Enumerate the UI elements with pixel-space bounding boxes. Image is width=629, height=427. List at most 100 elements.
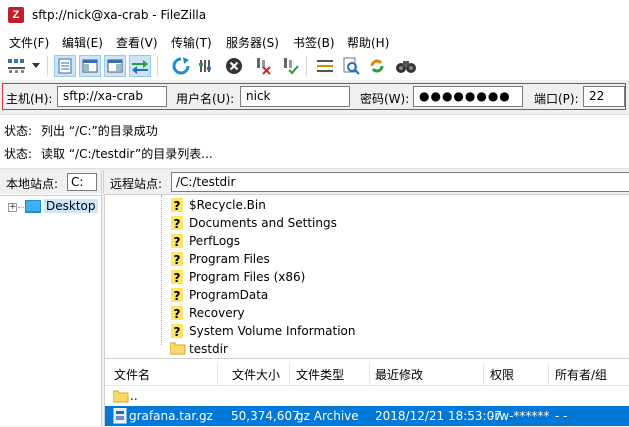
directory-listing-filter-icon[interactable] [314, 55, 336, 77]
local-site-header: 本地站点: C: [0, 170, 101, 194]
tree-item[interactable]: ? Program Files [170, 250, 470, 268]
remote-path-input[interactable]: /C:/testdir [171, 172, 629, 192]
password-label: 密码(W): [360, 92, 410, 106]
tree-connector [161, 195, 162, 345]
disconnect-icon[interactable] [252, 55, 274, 77]
message-log: 状态: 列出 “/C:”的目录成功 状态: 读取 “/C:/testdir”的目录列… [0, 114, 629, 169]
svg-text:?: ? [174, 253, 181, 267]
unknown-folder-icon: ? [170, 287, 184, 303]
remote-site-label: 远程站点: [110, 177, 163, 191]
window-title: sftp://nick@xa-crab - FileZilla [32, 8, 207, 22]
column-filename[interactable]: 文件名 [114, 366, 150, 383]
log-message: 列出 “/C:”的目录成功 [41, 124, 158, 138]
file-row-selected[interactable]: grafana.tar.gz 50,374,607 gz Archive 201… [105, 406, 629, 426]
menu-help[interactable]: 帮助(H) [347, 34, 389, 51]
host-input[interactable]: sftp://xa-crab [57, 86, 167, 107]
unknown-folder-icon: ? [170, 323, 184, 339]
search-icon[interactable] [393, 55, 419, 77]
remote-file-list[interactable]: 文件名 文件大小 文件类型 最近修改 权限 所有者/组 .. grafana.t… [104, 358, 629, 427]
column-owner[interactable]: 所有者/组 [555, 366, 607, 383]
process-queue-icon[interactable] [196, 55, 218, 77]
unknown-folder-icon: ? [170, 197, 184, 213]
expand-toggle[interactable]: + [8, 203, 17, 212]
menu-server[interactable]: 服务器(S) [226, 34, 279, 51]
synchronized-browsing-icon[interactable] [366, 55, 388, 77]
menu-edit[interactable]: 编辑(E) [62, 34, 103, 51]
local-pane: 本地站点: C: + Desktop [0, 170, 102, 426]
file-permissions: -rw-****** [490, 409, 550, 423]
remote-directory-tree[interactable]: ? $Recycle.Bin ? Documents and Settings … [104, 194, 629, 358]
menu-transfer[interactable]: 传输(T) [171, 34, 212, 51]
column-filetype[interactable]: 文件类型 [296, 366, 344, 383]
tree-item[interactable]: ? ProgramData [170, 286, 470, 304]
menu-bookmarks[interactable]: 书签(B) [293, 34, 335, 51]
file-size: 50,374,607 [231, 409, 300, 423]
unknown-folder-icon: ? [170, 251, 184, 267]
unknown-folder-icon: ? [170, 233, 184, 249]
title-bar: Z sftp://nick@xa-crab - FileZilla [0, 0, 629, 30]
svg-text:?: ? [174, 289, 181, 303]
file-name: grafana.tar.gz [129, 409, 213, 423]
tree-item-selected[interactable]: testdir [170, 340, 470, 358]
toggle-queue-icon[interactable] [129, 55, 151, 77]
host-label: 主机(H): [6, 92, 53, 106]
tree-item-label: Program Files (x86) [189, 270, 306, 284]
toggle-compare-icon[interactable] [340, 55, 362, 77]
toolbar-separator [47, 56, 48, 76]
tree-item-label: PerfLogs [189, 234, 241, 248]
reconnect-icon[interactable] [279, 55, 301, 77]
tree-item-label: Recovery [189, 306, 245, 320]
svg-text:?: ? [174, 271, 181, 285]
toggle-local-tree-icon[interactable] [79, 55, 101, 77]
tree-item[interactable]: ? Program Files (x86) [170, 268, 470, 286]
toolbar-separator [306, 56, 307, 76]
filezilla-app-icon: Z [8, 7, 24, 23]
unknown-folder-icon: ? [170, 305, 184, 321]
username-label: 用户名(U): [176, 92, 235, 106]
log-message: 读取 “/C:/testdir”的目录列表... [41, 147, 213, 161]
tree-item[interactable]: ? PerfLogs [170, 232, 470, 250]
dropdown-arrow-icon[interactable] [29, 55, 43, 77]
tree-connector [18, 207, 24, 208]
file-owner: - - [555, 409, 568, 423]
local-site-label: 本地站点: [6, 177, 59, 191]
menu-bar: 文件(F) 编辑(E) 查看(V) 传输(T) 服务器(S) 书签(B) 帮助(… [0, 30, 629, 52]
tree-item[interactable]: ? Documents and Settings [170, 214, 470, 232]
file-row[interactable]: .. [105, 386, 629, 406]
column-filesize[interactable]: 文件大小 [232, 366, 280, 383]
toggle-remote-tree-icon[interactable] [104, 55, 126, 77]
folder-icon [170, 341, 186, 357]
tree-item[interactable]: ? $Recycle.Bin [170, 196, 470, 214]
toolbar-separator [157, 56, 158, 76]
column-modified[interactable]: 最近修改 [375, 366, 423, 383]
menu-file[interactable]: 文件(F) [9, 34, 49, 51]
svg-text:?: ? [174, 199, 181, 213]
toggle-log-icon[interactable] [54, 55, 76, 77]
tree-item-desktop[interactable]: Desktop [44, 199, 98, 213]
archive-file-icon [113, 407, 127, 427]
cancel-icon[interactable] [223, 55, 245, 77]
password-input[interactable]: ●●●●●●●● [413, 86, 523, 107]
quickconnect-bar: 主机(H): sftp://xa-crab 用户名(U): nick 密码(W)… [2, 83, 626, 110]
local-directory-tree[interactable]: + Desktop [0, 195, 100, 426]
tree-item[interactable]: ? Recovery [170, 304, 470, 322]
tree-item-label: Documents and Settings [189, 216, 337, 230]
site-manager-icon[interactable] [6, 55, 28, 77]
column-separator [548, 363, 549, 385]
local-site-combo[interactable]: C: [67, 173, 97, 191]
desktop-icon [25, 200, 41, 213]
column-permissions[interactable]: 权限 [490, 366, 514, 383]
tree-item[interactable]: ? System Volume Information [170, 322, 470, 340]
unknown-folder-icon: ? [170, 269, 184, 285]
menu-view[interactable]: 查看(V) [116, 34, 158, 51]
file-list-header: 文件名 文件大小 文件类型 最近修改 权限 所有者/组 [105, 359, 629, 386]
toolbar [0, 52, 629, 80]
log-line: 状态: 读取 “/C:/testdir”的目录列表... [4, 145, 213, 162]
column-separator [483, 363, 484, 385]
svg-text:?: ? [174, 307, 181, 321]
username-input[interactable]: nick [240, 86, 350, 107]
refresh-icon[interactable] [170, 55, 192, 77]
port-label: 端口(P): [534, 92, 579, 106]
unknown-folder-icon: ? [170, 215, 184, 231]
port-input[interactable]: 22 [583, 86, 625, 107]
